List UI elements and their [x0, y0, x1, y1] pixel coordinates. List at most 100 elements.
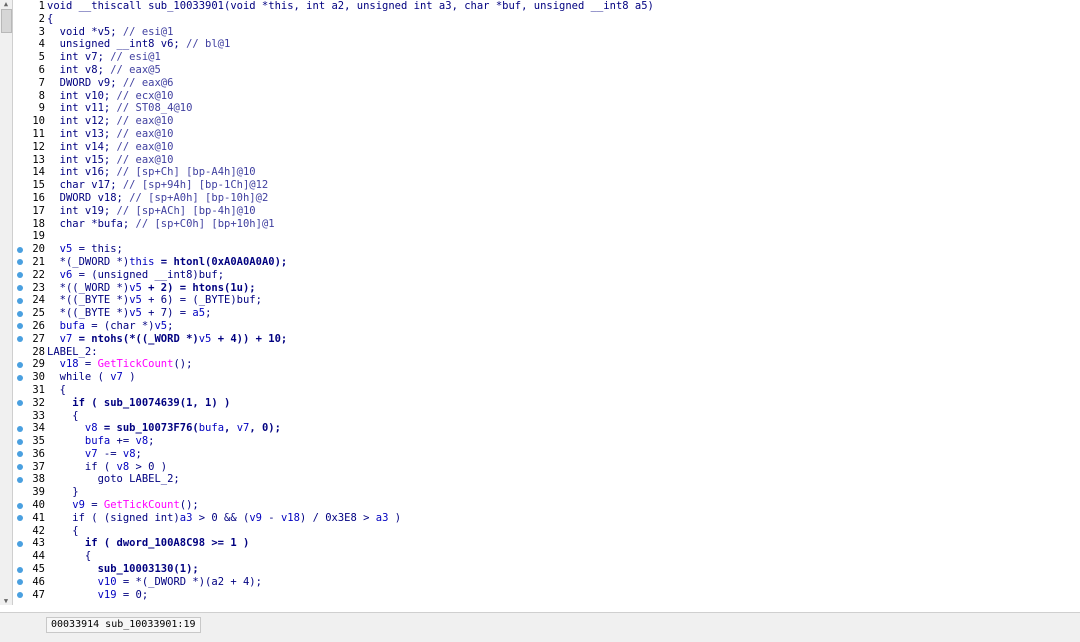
code-line[interactable]: unsigned __int8 v6; // bl@1	[47, 38, 1077, 51]
line-number: 43	[32, 537, 45, 550]
code-line[interactable]: bufa = (char *)v5;	[47, 320, 1077, 333]
code-token: ;	[205, 307, 212, 320]
code-line[interactable]: while ( v7 )	[47, 371, 1077, 384]
code-token: // eax@6	[122, 76, 174, 89]
code-line[interactable]: int v13; // eax@10	[47, 128, 1077, 141]
code-line[interactable]: char *bufa; // [sp+C0h] [bp+10h]@1	[47, 218, 1077, 231]
breakpoint-dot-icon[interactable]	[17, 336, 23, 343]
code-line[interactable]: *(_DWORD *)this = htonl(0xA0A0A0A0);	[47, 256, 1077, 269]
code-line[interactable]: int v10; // ecx@10	[47, 90, 1077, 103]
scroll-up-arrow-icon[interactable]: ▲	[0, 0, 12, 8]
code-token: v18	[280, 511, 300, 524]
gutter-row: 38	[13, 473, 47, 486]
breakpoint-dot-icon[interactable]	[17, 566, 23, 573]
code-line[interactable]: {	[47, 410, 1077, 423]
code-line[interactable]: int v19; // [sp+ACh] [bp-4h]@10	[47, 205, 1077, 218]
breakpoint-dot-icon[interactable]	[17, 425, 23, 432]
vertical-scrollbar[interactable]: ▲ ▼	[0, 0, 13, 605]
code-line[interactable]: int v8; // eax@5	[47, 64, 1077, 77]
code-line[interactable]: void __thiscall sub_10033901(void *this,…	[47, 0, 1077, 13]
breakpoint-dot-icon[interactable]	[17, 285, 23, 292]
code-view[interactable]: void __thiscall sub_10033901(void *this,…	[47, 0, 1077, 610]
code-line[interactable]: v7 -= v8;	[47, 448, 1077, 461]
code-line[interactable]: int v11; // ST08_4@10	[47, 102, 1077, 115]
breakpoint-dot-icon[interactable]	[17, 515, 23, 522]
breakpoint-dot-icon[interactable]	[17, 438, 23, 445]
code-token: // [sp+A0h] [bp-10h]@2	[129, 191, 269, 204]
code-line[interactable]: LABEL_2:	[47, 346, 1077, 359]
code-line[interactable]: *((_BYTE *)v5 + 6) = (_BYTE)buf;	[47, 294, 1077, 307]
gutter-row: 39	[13, 486, 47, 499]
code-line[interactable]	[47, 230, 1077, 243]
code-line[interactable]: int v12; // eax@10	[47, 115, 1077, 128]
code-line[interactable]: *((_BYTE *)v5 + 7) = a5;	[47, 307, 1077, 320]
code-line[interactable]: if ( dword_100A8C98 >= 1 )	[47, 537, 1077, 550]
line-number: 31	[32, 383, 45, 396]
code-line[interactable]: }	[47, 486, 1077, 499]
line-number: 22	[32, 268, 45, 281]
code-line[interactable]: v19 = 0;	[47, 589, 1077, 602]
code-line[interactable]: DWORD v18; // [sp+A0h] [bp-10h]@2	[47, 192, 1077, 205]
code-line[interactable]: *((_WORD *)v5 + 2) = htons(1u);	[47, 282, 1077, 295]
code-line[interactable]: int v7; // esi@1	[47, 51, 1077, 64]
scroll-down-arrow-icon[interactable]: ▼	[0, 597, 12, 605]
code-line[interactable]: v8 = sub_10073F76(bufa, v7, 0);	[47, 422, 1077, 435]
code-line[interactable]: void *v5; // esi@1	[47, 26, 1077, 39]
breakpoint-dot-icon[interactable]	[17, 579, 23, 586]
breakpoint-dot-icon[interactable]	[17, 400, 23, 407]
code-line[interactable]: {	[47, 13, 1077, 26]
gutter-row: 19	[13, 230, 47, 243]
breakpoint-dot-icon[interactable]	[17, 374, 23, 381]
gutter-row: 22	[13, 269, 47, 282]
code-line[interactable]: char v17; // [sp+94h] [bp-1Ch]@12	[47, 179, 1077, 192]
breakpoint-dot-icon[interactable]	[17, 592, 23, 599]
code-line[interactable]: v7 = ntohs(*((_WORD *)v5 + 4)) + 10;	[47, 333, 1077, 346]
breakpoint-dot-icon[interactable]	[17, 272, 23, 279]
gutter-row: 20	[13, 243, 47, 256]
breakpoint-dot-icon[interactable]	[17, 310, 23, 317]
breakpoint-dot-icon[interactable]	[17, 451, 23, 458]
code-line[interactable]: sub_10003130(1);	[47, 563, 1077, 576]
code-line[interactable]: v6 = (unsigned __int8)buf;	[47, 269, 1077, 282]
line-number: 39	[32, 486, 45, 499]
breakpoint-dot-icon[interactable]	[17, 246, 23, 253]
code-line[interactable]: if ( sub_10074639(1, 1) )	[47, 397, 1077, 410]
breakpoint-dot-icon[interactable]	[17, 464, 23, 471]
code-token: v10	[47, 575, 117, 588]
code-token: v8	[116, 460, 130, 473]
code-line[interactable]: goto LABEL_2;	[47, 473, 1077, 486]
breakpoint-dot-icon[interactable]	[17, 540, 23, 547]
code-token: int v16;	[47, 166, 117, 179]
code-line[interactable]: v9 = GetTickCount();	[47, 499, 1077, 512]
code-token: = this;	[72, 243, 123, 256]
line-number: 5	[38, 51, 45, 64]
breakpoint-dot-icon[interactable]	[17, 361, 23, 368]
code-token: ) / 0x3E8 >	[299, 511, 376, 524]
code-line[interactable]: v10 = *(_DWORD *)(a2 + 4);	[47, 576, 1077, 589]
scroll-thumb[interactable]	[1, 9, 12, 33]
gutter-row: 42	[13, 525, 47, 538]
code-line[interactable]: v18 = GetTickCount();	[47, 358, 1077, 371]
code-line[interactable]: int v15; // eax@10	[47, 154, 1077, 167]
code-line[interactable]: {	[47, 384, 1077, 397]
breakpoint-dot-icon[interactable]	[17, 297, 23, 304]
breakpoint-dot-icon[interactable]	[17, 323, 23, 330]
code-line[interactable]: v5 = this;	[47, 243, 1077, 256]
code-line[interactable]: if ( v8 > 0 )	[47, 461, 1077, 474]
code-line[interactable]: {	[47, 525, 1077, 538]
code-line[interactable]: if ( (signed int)a3 > 0 && (v9 - v18) / …	[47, 512, 1077, 525]
breakpoint-dot-icon[interactable]	[17, 502, 23, 509]
code-line[interactable]: int v16; // [sp+Ch] [bp-A4h]@10	[47, 166, 1077, 179]
code-token: DWORD v18;	[47, 191, 130, 204]
code-line[interactable]: {	[47, 550, 1077, 563]
breakpoint-dot-icon[interactable]	[17, 259, 23, 266]
code-line[interactable]: DWORD v9; // eax@6	[47, 77, 1077, 90]
code-token: // esi@1	[122, 25, 174, 38]
code-token: ,	[224, 422, 237, 435]
line-number: 42	[32, 524, 45, 537]
code-line[interactable]: bufa += v8;	[47, 435, 1077, 448]
gutter-row: 28	[13, 346, 47, 359]
breakpoint-dot-icon[interactable]	[17, 476, 23, 483]
code-token: v19	[47, 588, 117, 601]
code-line[interactable]: int v14; // eax@10	[47, 141, 1077, 154]
